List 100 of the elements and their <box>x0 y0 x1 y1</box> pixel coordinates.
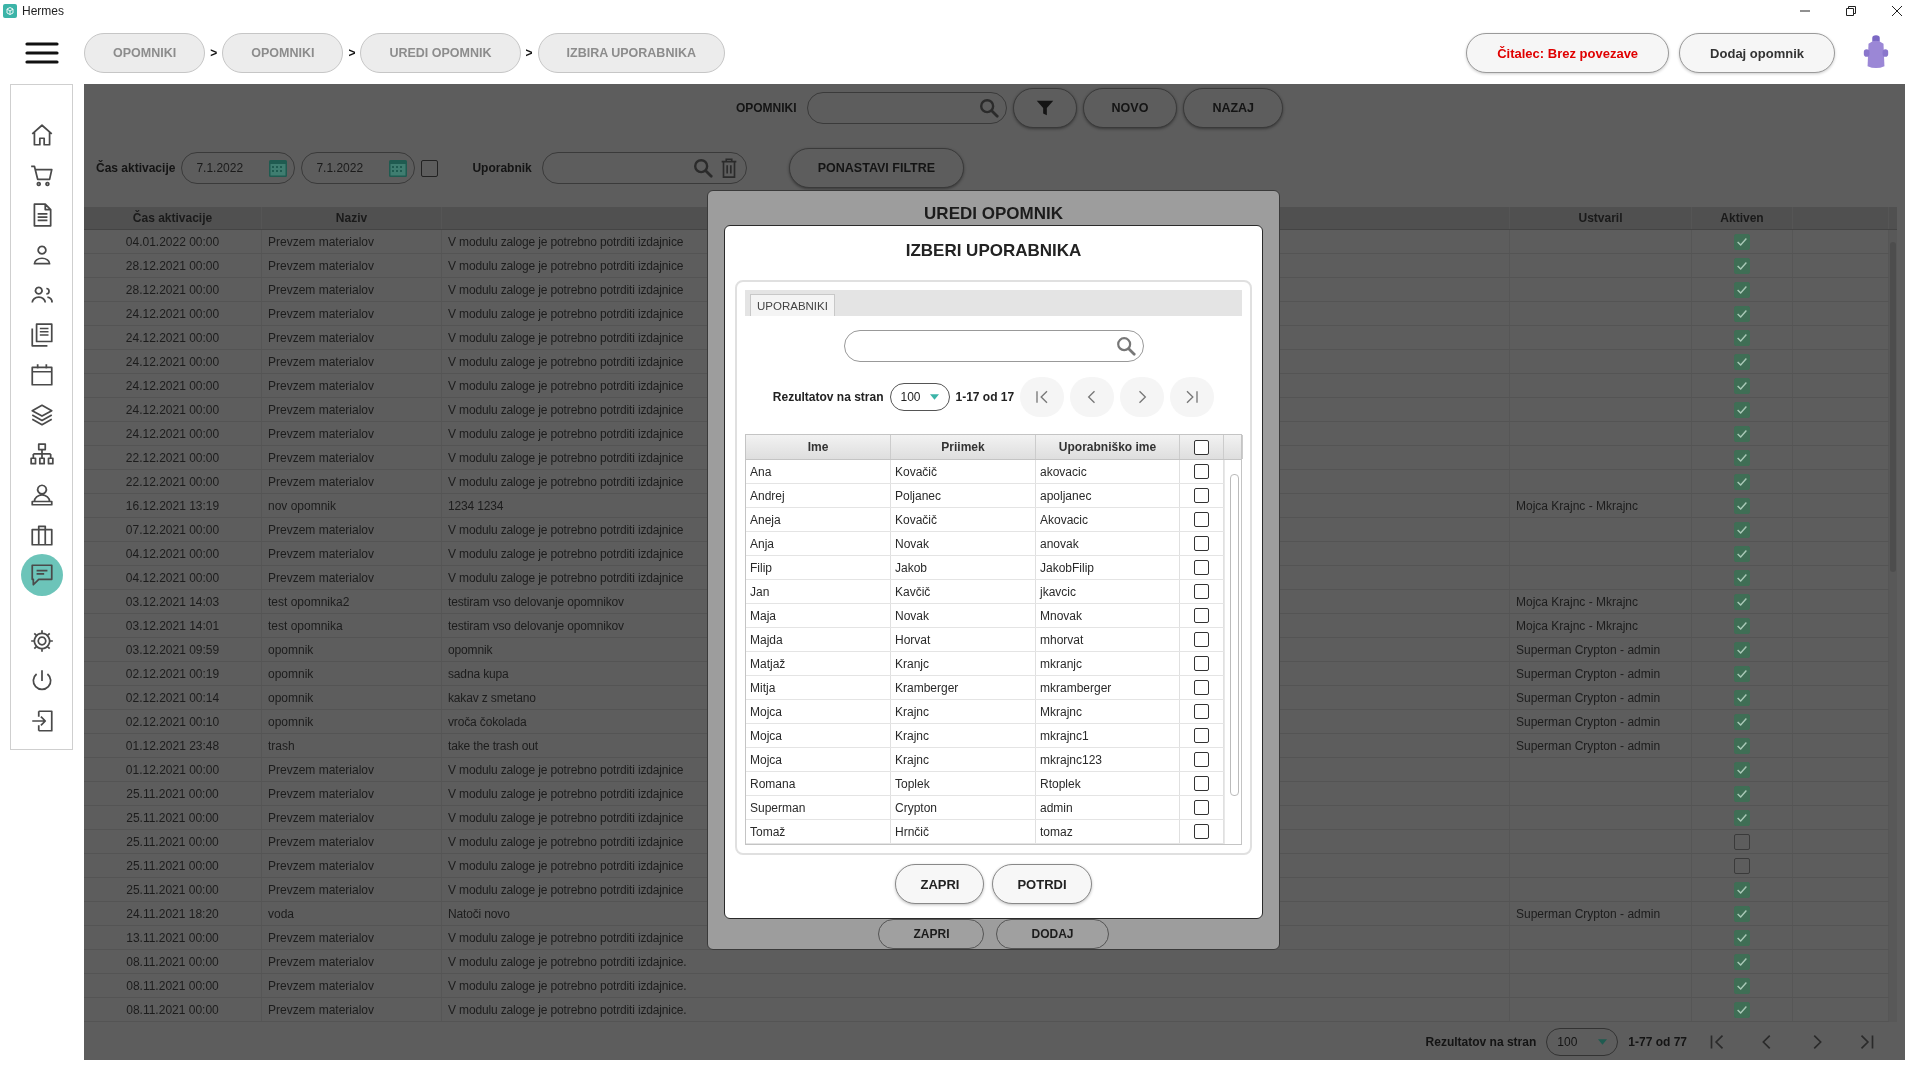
toolbar-button[interactable]: NOVO <box>1082 88 1178 128</box>
search-icon[interactable] <box>1114 335 1137 357</box>
close-icon[interactable] <box>1891 5 1903 17</box>
table-cell: opomnik <box>268 642 314 657</box>
table-cell: 04.12.2021 00:00 <box>125 546 220 561</box>
checkbox[interactable] <box>1194 728 1209 743</box>
checkbox[interactable] <box>1194 776 1209 791</box>
filter-button[interactable] <box>1012 88 1077 128</box>
checkbox[interactable] <box>1194 656 1209 671</box>
table-cell: Prevzem materialov <box>268 402 375 417</box>
checkbox[interactable] <box>1194 632 1209 647</box>
header-button[interactable]: Čitalec: Brez povezave <box>1466 33 1670 73</box>
reset-filters-button[interactable]: PONASTAVI FILTRE <box>788 148 965 188</box>
table-cell: testiram vso delovanje opomnikov <box>448 618 624 633</box>
checkbox[interactable] <box>1734 569 1750 586</box>
breadcrumb[interactable]: OPOMNIKI <box>84 33 206 73</box>
checkbox[interactable] <box>1194 824 1209 839</box>
checkbox[interactable] <box>1734 1001 1750 1018</box>
first-page-icon[interactable] <box>1020 377 1065 417</box>
menu-button[interactable] <box>25 41 59 65</box>
table-cell: Prevzem materialov <box>268 282 375 297</box>
checkbox[interactable] <box>1734 425 1750 442</box>
checkbox[interactable] <box>1734 929 1750 946</box>
table-cell: V modulu zaloge je potrebno potrditi izdajnice <box>448 858 684 873</box>
checkbox[interactable] <box>1734 689 1750 706</box>
checkbox[interactable] <box>1734 833 1750 850</box>
page-size-select[interactable]: 100 <box>1546 1027 1619 1056</box>
table-cell: Kramberger <box>895 680 959 695</box>
table-cell: Toplek <box>895 776 930 791</box>
breadcrumb[interactable]: OPOMNIKI <box>222 33 344 73</box>
checkbox[interactable] <box>1194 464 1209 479</box>
restore-icon[interactable] <box>1845 5 1857 17</box>
checkbox[interactable] <box>1734 809 1750 826</box>
table-cell: Prevzem materialov <box>268 930 375 945</box>
checkbox[interactable] <box>1194 704 1209 719</box>
checkbox[interactable] <box>1734 545 1750 562</box>
table-cell: 24.12.2021 00:00 <box>125 402 220 417</box>
checkbox[interactable] <box>1734 281 1750 298</box>
last-page-icon[interactable] <box>1170 377 1215 417</box>
breadcrumb[interactable]: UREDI OPOMNIK <box>360 33 521 73</box>
checkbox[interactable] <box>1734 473 1750 490</box>
table-cell: Superman Crypton - admin <box>1516 738 1661 753</box>
checkbox[interactable] <box>1194 680 1209 695</box>
header-button[interactable]: Dodaj opomnik <box>1679 33 1835 73</box>
checkbox[interactable] <box>1734 617 1750 634</box>
checkbox[interactable] <box>1734 713 1750 730</box>
checkbox[interactable] <box>1734 665 1750 682</box>
table-cell: 25.11.2021 00:00 <box>126 834 219 849</box>
checkbox[interactable] <box>1194 488 1209 503</box>
table-cell: 08.11.2021 00:00 <box>126 954 219 969</box>
checkbox[interactable] <box>1734 305 1750 322</box>
page-size-label: Rezultatov na stran <box>772 390 884 404</box>
checkbox[interactable] <box>1734 497 1750 514</box>
checkbox[interactable] <box>1734 377 1750 394</box>
table-cell: 24.12.2021 00:00 <box>125 330 220 345</box>
checkbox[interactable] <box>1734 257 1750 274</box>
checkbox[interactable] <box>1194 512 1209 527</box>
chat-icon[interactable] <box>20 554 63 596</box>
table-cell: Mitja <box>750 680 776 695</box>
checkbox[interactable] <box>1194 560 1209 575</box>
checkbox[interactable] <box>1734 353 1750 370</box>
checkbox[interactable] <box>1734 761 1750 778</box>
tab[interactable]: UPORABNIKI <box>750 294 835 316</box>
checkbox[interactable] <box>1734 401 1750 418</box>
checkbox[interactable] <box>421 159 439 177</box>
breadcrumb[interactable]: IZBIRA UPORABNIKA <box>537 33 725 73</box>
checkbox[interactable] <box>1734 641 1750 658</box>
checkbox[interactable] <box>1734 881 1750 898</box>
search-icon[interactable] <box>977 97 1000 119</box>
checkbox[interactable] <box>1194 800 1209 815</box>
dialog-button[interactable]: ZAPRI <box>895 864 985 904</box>
checkbox[interactable] <box>1734 593 1750 610</box>
dialog-button[interactable]: ZAPRI <box>878 919 985 949</box>
select-all-checkbox[interactable] <box>1194 439 1209 455</box>
table-cell: V modulu zaloge je potrebno potrditi izdajnice <box>448 258 684 273</box>
checkbox[interactable] <box>1734 857 1750 874</box>
checkbox[interactable] <box>1194 752 1209 767</box>
checkbox[interactable] <box>1734 329 1750 346</box>
checkbox[interactable] <box>1734 521 1750 538</box>
dialog-button[interactable]: DODAJ <box>996 919 1109 949</box>
dialog-button[interactable]: POTRDI <box>992 864 1092 904</box>
checkbox[interactable] <box>1194 584 1209 599</box>
checkbox[interactable] <box>1734 737 1750 754</box>
table-cell: Mnovak <box>1040 608 1083 623</box>
scrollbar[interactable] <box>1889 230 1897 1022</box>
table-cell: Jakob <box>895 560 928 575</box>
page-size-select[interactable]: 100 <box>889 383 950 411</box>
checkbox[interactable] <box>1734 233 1750 250</box>
checkbox[interactable] <box>1734 449 1750 466</box>
checkbox[interactable] <box>1194 536 1209 551</box>
checkbox[interactable] <box>1734 905 1750 922</box>
table-cell: JakobFilip <box>1040 560 1095 575</box>
checkbox[interactable] <box>1194 608 1209 623</box>
search-icon[interactable] <box>691 157 714 179</box>
checkbox[interactable] <box>1734 785 1750 802</box>
toolbar-button[interactable]: NAZAJ <box>1183 88 1284 128</box>
scrollbar[interactable] <box>1224 460 1241 844</box>
checkbox[interactable] <box>1734 977 1750 994</box>
caret-icon[interactable] <box>929 394 939 400</box>
checkbox[interactable] <box>1734 953 1750 970</box>
